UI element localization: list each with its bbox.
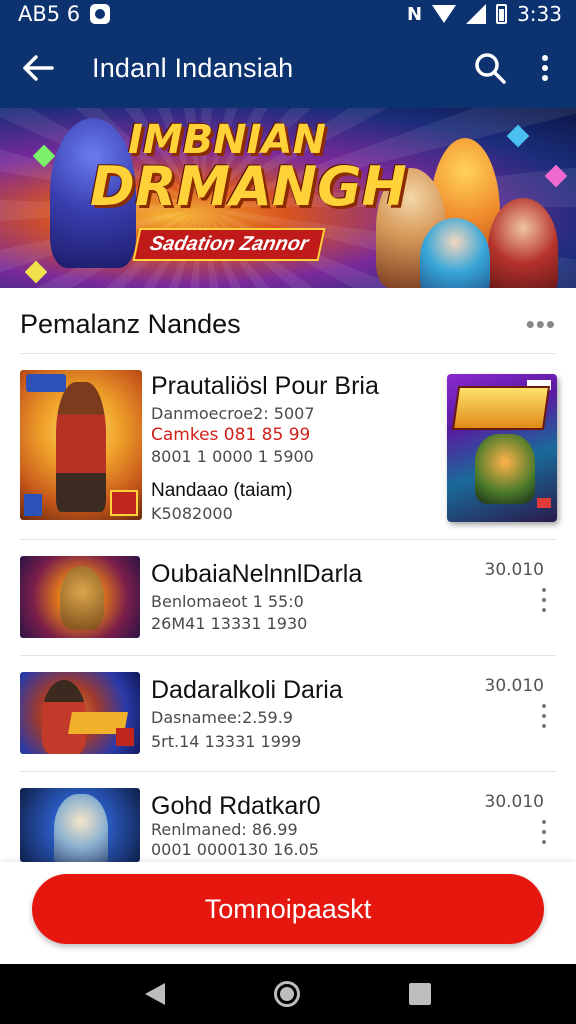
app-bar: Indanl Indansiah xyxy=(0,28,576,108)
featured-game-meta: K5082000 xyxy=(151,504,233,523)
game-price: 30.010 xyxy=(484,560,544,580)
game-meta: Dasnamee:2.59.9 xyxy=(151,708,293,727)
status-bar: AB5 6 N 3:33 xyxy=(0,0,576,28)
nfc-icon: N xyxy=(407,3,423,25)
divider xyxy=(20,539,556,540)
rating-icon xyxy=(537,498,551,508)
status-right: N 3:33 xyxy=(407,2,562,26)
app-title: Indanl Indansiah xyxy=(92,52,294,83)
badge-icon xyxy=(110,490,138,516)
badge-icon xyxy=(116,728,134,746)
nav-recents-icon[interactable] xyxy=(409,983,432,1005)
search-icon[interactable] xyxy=(470,48,510,88)
game-price: 30.010 xyxy=(484,676,544,696)
primary-action-button[interactable]: Tomnoipaaskt xyxy=(32,874,544,944)
hero-red-character xyxy=(488,198,558,288)
game-title: Dadaralkoli Daria xyxy=(151,676,343,704)
game-list-item[interactable]: Gohd Rdatkar0 Renlmaned: 86.99 0001 0000… xyxy=(20,788,556,862)
game-list-item[interactable]: Dadaralkoli Daria Dasnamee:2.59.9 5rt.14… xyxy=(20,672,556,756)
game-price: 30.010 xyxy=(484,792,544,812)
game-thumbnail xyxy=(20,788,140,862)
banner-title-line1: IMBNIAN xyxy=(128,117,326,163)
game-thumbnail xyxy=(20,672,140,754)
game-title: OubaiaNelnnlDarla xyxy=(151,560,363,588)
game-logo-icon xyxy=(26,374,66,392)
nav-home-icon[interactable] xyxy=(273,981,300,1007)
creature-figure xyxy=(54,794,108,862)
system-nav-bar xyxy=(0,964,576,1024)
featured-game-publisher: Nandaao (taiam) xyxy=(151,480,293,501)
featured-game-title: Prautaliösl Pour Bria xyxy=(151,372,379,400)
divider xyxy=(20,771,556,772)
banner-title-line2: DRMANGH xyxy=(90,155,407,218)
status-left: AB5 6 xyxy=(18,2,111,26)
section-title: Pemalanz Nandes xyxy=(20,308,241,339)
game-list-item[interactable]: OubaiaNelnnlDarla Benlomaeot 1 55:0 26M4… xyxy=(20,556,556,640)
game-meta: Renlmaned: 86.99 xyxy=(151,820,298,839)
section-more-icon[interactable]: ••• xyxy=(526,309,556,340)
hero-blue-character xyxy=(420,218,490,288)
cta-area: Tomnoipaaskt xyxy=(0,862,576,964)
battery-icon xyxy=(496,4,508,24)
featured-box-art xyxy=(447,374,557,522)
game-meta: 26M41 13331 1930 xyxy=(151,614,308,633)
wifi-icon xyxy=(432,5,457,23)
badge-icon xyxy=(24,494,42,516)
back-arrow-icon[interactable] xyxy=(18,48,58,88)
box-art-character xyxy=(475,434,535,504)
hero-figure xyxy=(56,382,106,512)
promo-banner[interactable]: IMBNIAN DRMANGH Sadation Zannor xyxy=(0,108,576,288)
signal-icon xyxy=(466,4,487,24)
featured-game-meta: Danmoecroe2: 5007 xyxy=(151,404,315,423)
status-time: 3:33 xyxy=(517,2,562,26)
app-notification-icon xyxy=(90,4,111,24)
nav-back-icon[interactable] xyxy=(144,983,165,1005)
featured-game-meta: 8001 1 0000 1 5900 xyxy=(151,447,314,466)
divider xyxy=(20,655,556,656)
status-left-text: AB5 6 xyxy=(18,2,81,26)
banner-tagline: Sadation Zannor xyxy=(132,228,326,261)
item-menu-icon[interactable] xyxy=(538,820,550,844)
game-title: Gohd Rdatkar0 xyxy=(151,792,321,820)
banner-title: IMBNIAN DRMANGH xyxy=(90,117,407,214)
game-meta: 5rt.14 13331 1999 xyxy=(151,732,302,751)
overflow-menu-icon[interactable] xyxy=(530,48,560,88)
game-meta: Benlomaeot 1 55:0 xyxy=(151,592,304,611)
featured-game-item[interactable]: Prautaliösl Pour Bria Danmoecroe2: 5007 … xyxy=(20,370,557,530)
game-meta: 0001 0000130 16.05 xyxy=(151,840,319,859)
game-thumbnail xyxy=(20,556,140,638)
featured-game-price: Camkes 081 85 99 xyxy=(151,425,311,445)
item-menu-icon[interactable] xyxy=(538,704,550,728)
section-header: Pemalanz Nandes ••• xyxy=(20,296,556,352)
item-menu-icon[interactable] xyxy=(538,588,550,612)
box-art-logo xyxy=(451,386,551,430)
divider xyxy=(20,353,556,354)
creature-figure xyxy=(60,566,104,630)
featured-game-thumbnail xyxy=(20,370,142,520)
